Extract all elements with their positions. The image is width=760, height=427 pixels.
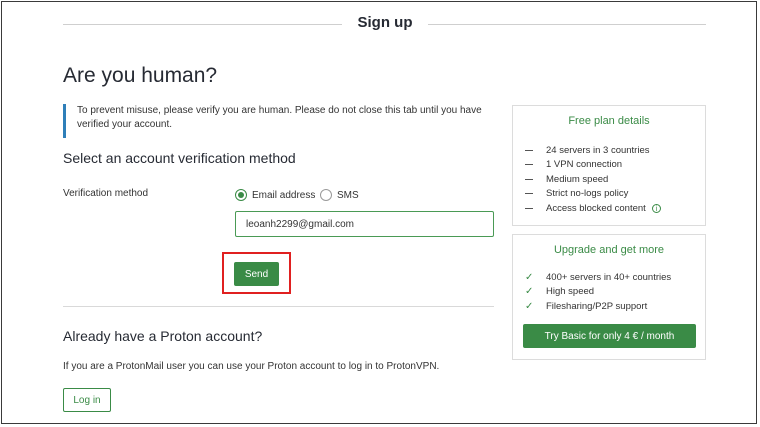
list-item-label: High speed: [546, 286, 595, 298]
section-divider: [63, 306, 494, 307]
dash-icon: [525, 207, 533, 209]
notice-box: To prevent misuse, please verify you are…: [63, 104, 493, 138]
check-icon: ✓: [525, 286, 534, 298]
email-input[interactable]: [235, 211, 494, 237]
list-item: Strict no-logs policy: [525, 187, 705, 202]
list-item-label: Access blocked content: [546, 202, 646, 214]
header-divider-right: [428, 24, 706, 25]
page-title: Sign up: [357, 14, 413, 31]
header-divider-left: [63, 24, 342, 25]
dash-icon: [525, 178, 533, 180]
dash-icon: [525, 164, 533, 166]
list-item: Medium speed: [525, 172, 705, 187]
radio-sms[interactable]: SMS: [320, 189, 359, 201]
check-icon: ✓: [525, 271, 534, 283]
method-heading: Select an account verification method: [63, 150, 296, 166]
list-item-label: Strict no-logs policy: [546, 188, 629, 200]
verification-method-label: Verification method: [63, 188, 149, 199]
check-icon: ✓: [525, 300, 534, 312]
list-item: ✓ 400+ servers in 40+ countries: [525, 270, 705, 285]
list-item: Access blocked content i: [525, 201, 705, 216]
upgrade-title: Upgrade and get more: [553, 244, 665, 256]
upgrade-list: ✓ 400+ servers in 40+ countries ✓ High spe…: [513, 270, 705, 314]
dash-icon: [525, 193, 533, 195]
list-item-label: 400+ servers in 40+ countries: [546, 271, 672, 283]
try-basic-button[interactable]: Try Basic for only 4 € / month: [523, 324, 696, 348]
list-item-label: 1 VPN connection: [546, 159, 623, 171]
list-item: 1 VPN connection: [525, 158, 705, 173]
send-button[interactable]: Send: [234, 262, 279, 286]
free-plan-card: Free plan details 24 servers in 3 countr…: [512, 105, 706, 226]
radio-sms-indicator[interactable]: [320, 189, 332, 201]
info-icon[interactable]: i: [651, 203, 661, 213]
existing-account-text: If you are a ProtonMail user you can use…: [63, 361, 440, 372]
list-item-label: 24 servers in 3 countries: [546, 144, 650, 156]
upgrade-card: Upgrade and get more ✓ 400+ servers in 40…: [512, 234, 706, 360]
list-item: ✓ High speed: [525, 285, 705, 300]
radio-email-indicator[interactable]: [235, 189, 247, 201]
dash-icon: [525, 149, 533, 151]
main-heading: Are you human?: [63, 64, 218, 87]
list-item: 24 servers in 3 countries: [525, 143, 705, 158]
free-plan-title: Free plan details: [568, 115, 650, 127]
list-item-label: Medium speed: [546, 173, 609, 185]
list-item: ✓ Filesharing/P2P support: [525, 299, 705, 314]
existing-account-heading: Already have a Proton account?: [63, 328, 263, 344]
radio-email[interactable]: Email address: [235, 189, 315, 201]
radio-sms-label: SMS: [337, 189, 359, 201]
login-button[interactable]: Log in: [63, 388, 111, 412]
list-item-label: Filesharing/P2P support: [546, 300, 648, 312]
radio-email-label: Email address: [252, 189, 316, 201]
free-plan-list: 24 servers in 3 countries 1 VPN connecti…: [513, 143, 705, 216]
